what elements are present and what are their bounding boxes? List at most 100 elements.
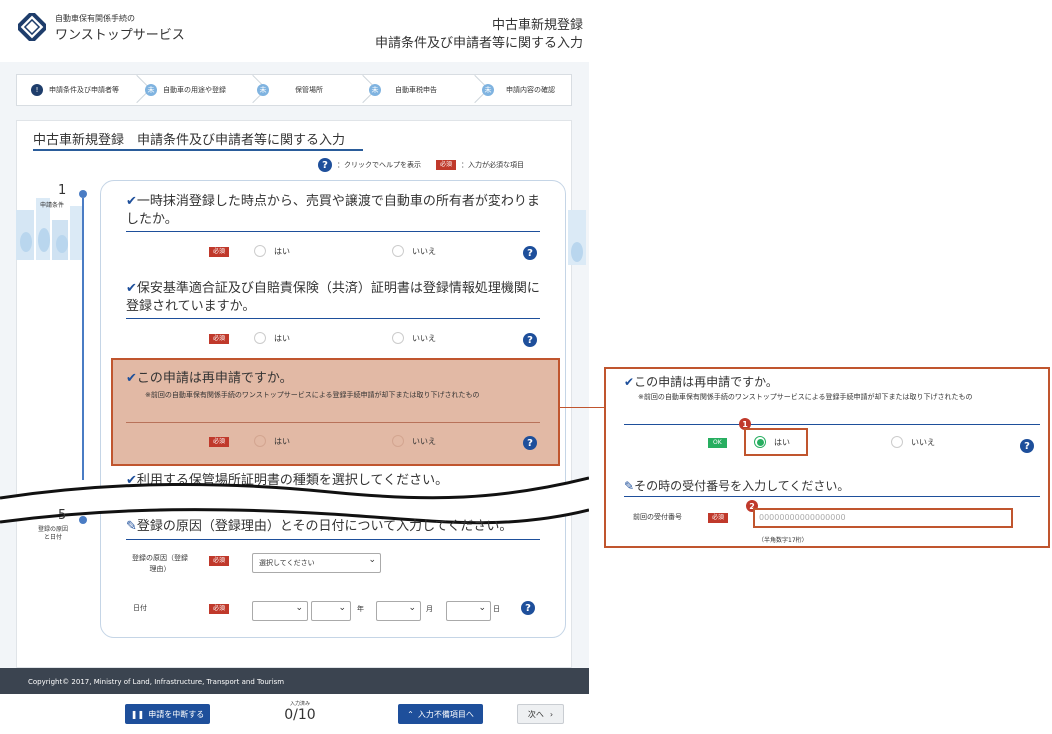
radio-label: いいえ xyxy=(911,437,935,447)
radio-yes-selected[interactable]: はい xyxy=(754,436,790,448)
check-icon: ✔ xyxy=(126,281,137,296)
logo-icon xyxy=(18,13,46,41)
required-badge: 必須 xyxy=(209,437,230,447)
timeline-line xyxy=(82,198,84,480)
divider xyxy=(624,424,1040,425)
callout-question: ✔この申請は再申請ですか。 xyxy=(624,373,778,390)
question-text: この申請は再申請ですか。 xyxy=(136,371,293,386)
question-text: 登録の原因（登録理由）とその日付について入力してください。 xyxy=(136,519,513,534)
radio-button[interactable] xyxy=(392,245,404,257)
radio-label: いいえ xyxy=(412,436,436,446)
callout-connector xyxy=(560,407,604,408)
next-button[interactable]: 次へ › xyxy=(517,704,564,724)
section-1-label: 申請条件 xyxy=(39,202,64,209)
radio-button[interactable] xyxy=(254,435,266,447)
section-5-label: 登録の原因と日付 xyxy=(38,526,69,542)
required-badge: 必須 xyxy=(209,247,230,257)
bottom-action-bar: ❚❚ 申請を中断する 入力済み 0/10 ⌃ 入力不備項目へ 次へ › xyxy=(0,694,589,734)
progress-label: 入力済み xyxy=(289,701,310,707)
month-select[interactable] xyxy=(376,601,421,621)
step-label: 自動車税申告 xyxy=(395,86,437,94)
receipt-number-input[interactable]: 00000000000000000 xyxy=(753,508,1013,528)
step-3: 未 保管場所 xyxy=(257,74,378,105)
month-unit: 月 xyxy=(426,605,433,613)
help-icon[interactable]: ? xyxy=(1020,439,1034,453)
step-label: 申請条件及び申請者等 xyxy=(49,85,119,94)
required-legend-text: ：入力が必須な項目 xyxy=(461,161,525,169)
suspend-button[interactable]: ❚❚ 申請を中断する xyxy=(125,704,210,724)
footer: Copyright© 2017, Ministry of Land, Infra… xyxy=(0,668,589,694)
radio-no[interactable]: いいえ xyxy=(392,332,436,344)
required-badge: 必須 xyxy=(708,513,729,523)
radio-button[interactable] xyxy=(891,436,903,448)
required-badge: 必須 xyxy=(436,160,457,170)
era-select[interactable] xyxy=(252,601,308,621)
radio-no[interactable]: いいえ xyxy=(392,245,436,257)
header-subtitle: 申請条件及び申請者等に関する入力 xyxy=(374,36,583,51)
edit-icon: ✎ xyxy=(624,479,635,493)
button-label: 入力不備項目へ xyxy=(417,709,474,719)
help-icon: ? xyxy=(318,158,332,172)
progress-counter: 入力済み 0/10 xyxy=(280,700,320,723)
app-window: 自動車保有関係手続の ワンストップサービス 中古車新規登録 申請条件及び申請者等… xyxy=(0,0,589,734)
logo-line1: 自動車保有関係手続の xyxy=(55,14,135,23)
section-1-number: 1 xyxy=(58,183,67,198)
arrow-up-icon: ⌃ xyxy=(407,709,414,719)
radio-button[interactable] xyxy=(754,436,766,448)
divider xyxy=(126,422,540,423)
reason-select[interactable]: 選択してください xyxy=(252,553,381,573)
input-hint: （半角数字17桁） xyxy=(758,537,808,544)
radio-label: はい xyxy=(274,246,290,256)
day-unit: 日 xyxy=(493,605,500,613)
radio-label: いいえ xyxy=(412,333,436,343)
year-select[interactable] xyxy=(311,601,351,621)
section-5-number: 5 xyxy=(58,508,67,523)
question-3: ✔この申請は再申請ですか。 xyxy=(126,370,540,388)
step-4: 未 自動車税申告 xyxy=(369,74,490,105)
divider xyxy=(126,231,540,232)
section-5-title: ✎登録の原因（登録理由）とその日付について入力してください。 xyxy=(126,518,540,536)
pending-icon: 未 xyxy=(145,84,157,96)
question-text: その時の受付番号を入力してください。 xyxy=(634,479,850,493)
step-1: ! 申請条件及び申請者等 xyxy=(31,74,152,105)
radio-button[interactable] xyxy=(254,245,266,257)
radio-no[interactable]: いいえ xyxy=(392,435,436,447)
ok-badge: OK xyxy=(708,438,727,448)
pending-icon: 未 xyxy=(257,84,269,96)
radio-yes[interactable]: はい xyxy=(254,245,290,257)
help-icon[interactable]: ? xyxy=(521,601,535,615)
radio-label: はい xyxy=(274,333,290,343)
reason-label: 登録の原因（登録理由） xyxy=(132,554,188,573)
screenshot-stage: 自動車保有関係手続の ワンストップサービス 中古車新規登録 申請条件及び申請者等… xyxy=(0,0,1052,734)
city-illustration-right xyxy=(568,210,586,265)
callout-sub-question: ✎その時の受付番号を入力してください。 xyxy=(624,477,849,494)
receipt-number-label: 前回の受付番号 xyxy=(633,513,682,521)
timeline-dot xyxy=(79,516,87,524)
question-note: ※前回の自動車保有関係手続のワンストップサービスによる登録手続申請が却下または取… xyxy=(145,391,480,399)
radio-button[interactable] xyxy=(392,332,404,344)
year-unit: 年 xyxy=(357,605,364,613)
check-icon: ✔ xyxy=(624,375,635,389)
radio-label: はい xyxy=(274,436,290,446)
help-icon[interactable]: ? xyxy=(523,246,537,260)
incomplete-items-button[interactable]: ⌃ 入力不備項目へ xyxy=(398,704,483,724)
radio-button[interactable] xyxy=(392,435,404,447)
help-legend-text: ：クリックでヘルプを表示 xyxy=(337,161,421,169)
callout-note: ※前回の自動車保有関係手続のワンストップサービスによる登録手続申請が却下または取… xyxy=(638,393,973,401)
divider xyxy=(624,496,1040,497)
day-select[interactable] xyxy=(446,601,491,621)
alert-icon: ! xyxy=(31,84,43,96)
question-1: ✔一時抹消登録した時点から、売買や譲渡で自動車の所有者が変わりましたか。 xyxy=(126,193,540,229)
step-label: 自動車の用途や登録 xyxy=(163,86,226,94)
logo-line2: ワンストップサービス xyxy=(55,28,185,43)
help-icon[interactable]: ? xyxy=(523,333,537,347)
radio-button[interactable] xyxy=(254,332,266,344)
help-icon[interactable]: ? xyxy=(523,436,537,450)
radio-no[interactable]: いいえ xyxy=(891,436,935,448)
check-icon: ✔ xyxy=(126,371,137,386)
question-text: この申請は再申請ですか。 xyxy=(634,375,778,389)
check-icon: ✔ xyxy=(126,194,137,209)
page-header: 自動車保有関係手続の ワンストップサービス 中古車新規登録 申請条件及び申請者等… xyxy=(0,0,589,62)
radio-yes[interactable]: はい xyxy=(254,435,290,447)
radio-yes[interactable]: はい xyxy=(254,332,290,344)
